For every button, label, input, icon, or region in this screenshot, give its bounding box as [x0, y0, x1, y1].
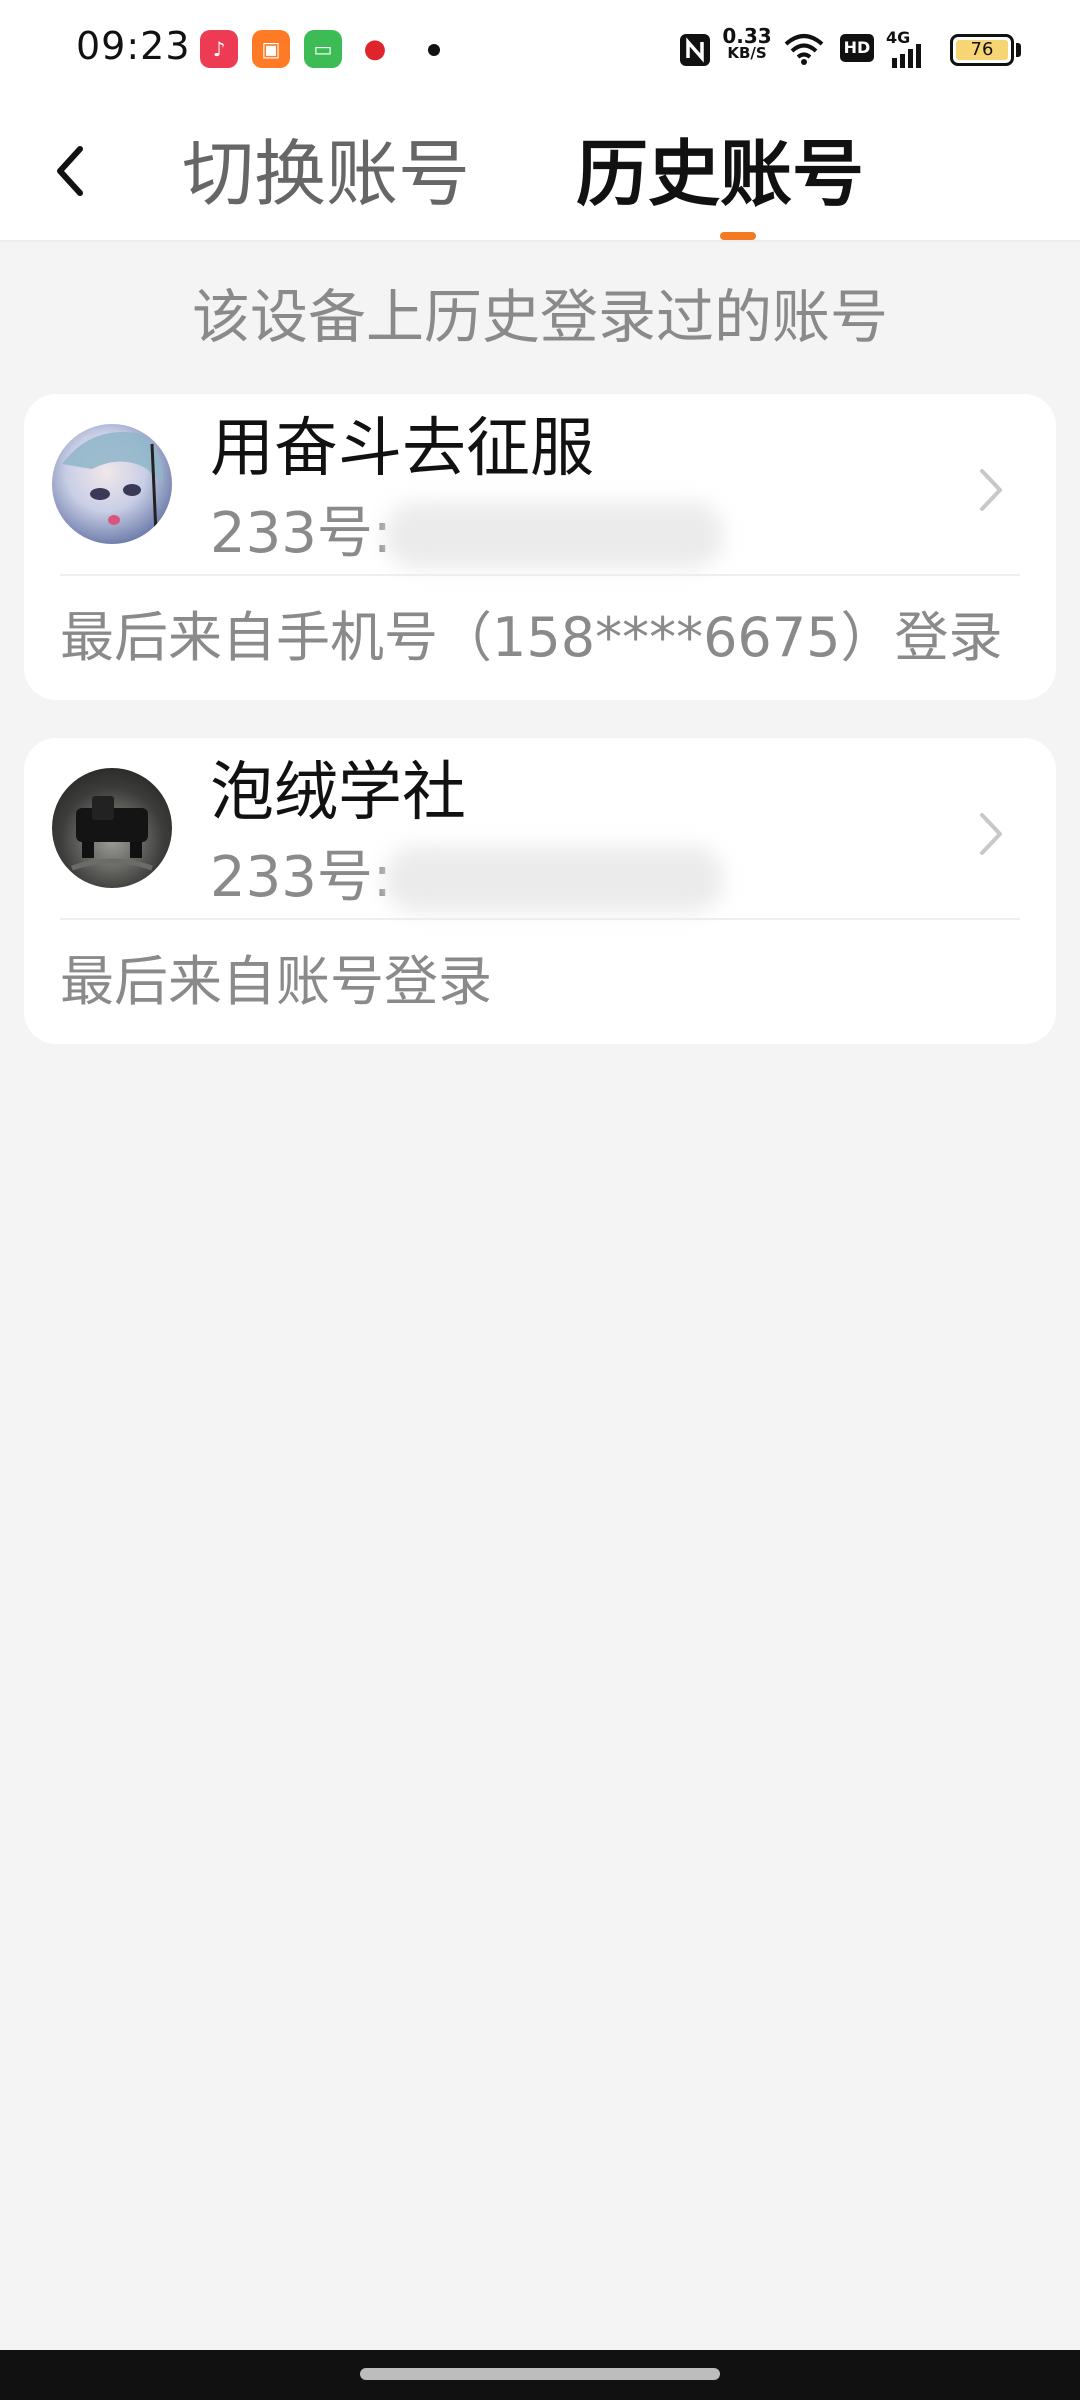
system-nav-bar: [0, 2350, 1080, 2400]
nfc-icon: [678, 32, 712, 72]
battery-tip: [1016, 43, 1021, 57]
net-speed-value: 0.33: [722, 24, 772, 48]
chevron-right-icon: [966, 794, 1016, 874]
account-card[interactable]: 泡绒学社 233号: 最后来自账号登录: [24, 738, 1056, 1044]
wifi-icon: [782, 32, 826, 70]
divider: [60, 918, 1020, 920]
account-name: 泡绒学社: [210, 756, 466, 830]
last-login-info: 最后来自账号登录: [60, 950, 492, 1013]
tab-switch-account[interactable]: 切换账号: [182, 126, 492, 226]
battery-icon: 76: [950, 34, 1014, 66]
battery-level: 76: [956, 40, 1008, 60]
record-app-icon: ●: [356, 30, 394, 68]
tab-history-account[interactable]: 历史账号: [576, 126, 886, 226]
account-name: 用奋斗去征服: [210, 412, 594, 486]
status-bar: 09:23 ♪ ▣ ▭ ● 0.33 KB/S HD 4G 76: [0, 0, 1080, 100]
header: 切换账号 历史账号: [0, 100, 1080, 242]
divider: [60, 574, 1020, 576]
message-app-icon: ▭: [304, 30, 342, 68]
back-button[interactable]: [40, 136, 100, 206]
home-gesture-handle[interactable]: [360, 2368, 720, 2380]
account-card[interactable]: 用奋斗去征服 233号: 最后来自手机号（158****6675）登录: [24, 394, 1056, 700]
signal-icon: [890, 44, 926, 72]
chevron-left-icon: [57, 146, 83, 196]
last-login-info: 最后来自手机号（158****6675）登录: [60, 606, 1003, 669]
avatar: [52, 768, 172, 888]
account-id-label: 233号:: [210, 845, 392, 910]
chevron-right-icon: [966, 450, 1016, 530]
music-app-icon: ♪: [200, 30, 238, 68]
blurred-account-id: [384, 502, 724, 568]
video-app-icon: ▣: [252, 30, 290, 68]
hd-badge: HD: [840, 34, 874, 62]
active-tab-indicator: [720, 232, 756, 240]
status-time: 09:23: [76, 24, 191, 68]
account-id-label: 233号:: [210, 501, 392, 566]
avatar: [52, 424, 172, 544]
history-hint: 该设备上历史登录过的账号: [191, 283, 888, 351]
notification-dot: [428, 44, 440, 56]
net-speed-unit: KB/S: [727, 44, 767, 62]
blurred-account-id: [384, 846, 724, 912]
net-speed: 0.33 KB/S: [722, 24, 772, 62]
